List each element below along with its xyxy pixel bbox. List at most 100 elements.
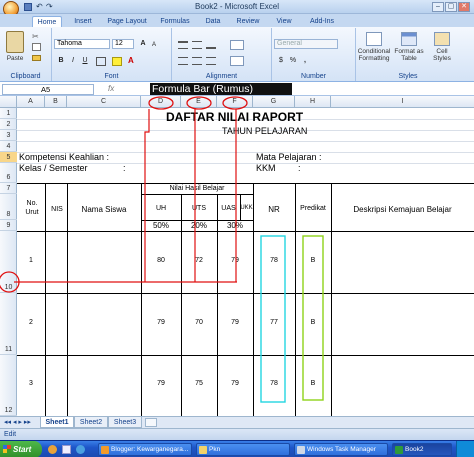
column-header-c[interactable]: C xyxy=(67,96,141,108)
conditional-formatting-icon[interactable] xyxy=(366,32,382,46)
row-header[interactable]: 7 xyxy=(0,183,17,194)
font-size-select[interactable]: 12 xyxy=(112,39,134,49)
bold-button[interactable]: B xyxy=(56,56,66,66)
save-icon[interactable] xyxy=(24,3,32,11)
tab-add-ins[interactable]: Add-Ins xyxy=(304,16,340,27)
quicklaunch-icon[interactable] xyxy=(62,445,71,454)
minimize-button[interactable]: – xyxy=(432,2,444,12)
status-mode: Edit xyxy=(4,431,17,438)
column-header-b[interactable]: B xyxy=(45,96,67,108)
student-nr: 77 xyxy=(270,319,278,326)
row-header[interactable]: 8 xyxy=(0,194,17,220)
taskbar-item[interactable]: Windows Task Manager xyxy=(294,443,388,456)
format-painter-icon[interactable] xyxy=(32,55,41,61)
row-header[interactable]: 4 xyxy=(0,141,17,152)
fx-icon[interactable]: fx xyxy=(108,84,114,93)
tab-insert[interactable]: Insert xyxy=(68,16,98,27)
currency-button[interactable]: $ xyxy=(276,56,286,66)
taskbar-item[interactable]: Blogger: Kewarganegara... xyxy=(98,443,192,456)
student-uts: 75 xyxy=(195,380,203,387)
tab-data[interactable]: Data xyxy=(200,16,226,27)
number-format-select[interactable]: General xyxy=(274,39,338,49)
align-middle-icon[interactable] xyxy=(192,41,202,49)
student-uas: 79 xyxy=(231,319,239,326)
merge-center-icon[interactable] xyxy=(230,56,244,66)
quicklaunch-icon[interactable] xyxy=(76,445,85,454)
clipboard-label: Clipboard xyxy=(10,73,41,80)
column-header-g[interactable]: G xyxy=(253,96,295,108)
row-header[interactable]: 12 xyxy=(0,355,17,416)
row-header[interactable]: 5 xyxy=(0,152,17,163)
row-header[interactable]: 1 xyxy=(0,108,17,119)
row-header[interactable]: 10 xyxy=(0,231,17,293)
sheet-tab-sheet3[interactable]: Sheet3 xyxy=(108,417,142,428)
insert-sheet-icon[interactable] xyxy=(145,418,157,427)
align-left-icon[interactable] xyxy=(178,57,188,65)
borders-icon[interactable] xyxy=(96,57,106,66)
tab-page-layout[interactable]: Page Layout xyxy=(104,16,150,27)
start-label: Start xyxy=(13,445,32,454)
worksheet[interactable]: A B C D E F G H I 1 2 3 4 5 6 7 8 9 10 1… xyxy=(0,96,474,416)
comma-button[interactable]: , xyxy=(300,56,310,66)
sheet-tab-sheet1[interactable]: Sheet1 xyxy=(40,417,74,428)
column-header-h[interactable]: H xyxy=(295,96,331,108)
font-name-select[interactable]: Tahoma xyxy=(54,39,110,49)
row-header[interactable]: 3 xyxy=(0,130,17,141)
align-top-icon[interactable] xyxy=(178,41,188,49)
no-urut-header: No. Urut xyxy=(25,200,39,216)
align-right-icon[interactable] xyxy=(206,57,216,65)
uas-header: UAS xyxy=(221,205,236,212)
uts-header: UTS xyxy=(192,205,206,212)
percent-button[interactable]: % xyxy=(288,56,298,66)
cell-styles-icon[interactable] xyxy=(434,32,450,46)
underline-button[interactable]: U xyxy=(80,56,90,66)
student-no: 3 xyxy=(29,380,33,387)
tab-review[interactable]: Review xyxy=(232,16,264,27)
table-border xyxy=(17,231,474,232)
column-header-e[interactable]: E xyxy=(181,96,217,108)
format-as-table-icon[interactable] xyxy=(401,32,417,46)
column-header-f[interactable]: F xyxy=(217,96,253,108)
close-button[interactable]: ✕ xyxy=(458,2,470,12)
wrap-text-icon[interactable] xyxy=(230,40,244,50)
grow-font-button[interactable]: A xyxy=(138,39,148,49)
start-button[interactable]: Start xyxy=(0,441,42,457)
excel-icon xyxy=(395,446,403,454)
name-box[interactable]: A5 xyxy=(2,84,94,95)
row-header[interactable]: 2 xyxy=(0,119,17,130)
italic-button[interactable]: I xyxy=(68,56,78,66)
restore-button[interactable]: ▢ xyxy=(445,2,457,12)
column-header-a[interactable]: A xyxy=(17,96,45,108)
sheet-tab-bar: ◂◂ ◂ ▸ ▸▸ Sheet1 Sheet2 Sheet3 xyxy=(0,416,474,428)
shrink-font-button[interactable]: A xyxy=(149,40,159,50)
kkm-colon: : xyxy=(298,163,301,173)
tab-home[interactable]: Home xyxy=(32,16,62,27)
column-header-d[interactable]: D xyxy=(141,96,181,108)
tab-formulas[interactable]: Formulas xyxy=(156,16,194,27)
paste-icon[interactable] xyxy=(6,31,24,53)
quicklaunch-icon[interactable] xyxy=(48,445,57,454)
select-all-corner[interactable] xyxy=(0,96,17,108)
sheet-tab-sheet2[interactable]: Sheet2 xyxy=(74,417,108,428)
font-color-icon[interactable]: A xyxy=(128,56,134,65)
student-uts: 70 xyxy=(195,319,203,326)
student-uas: 79 xyxy=(231,380,239,387)
align-center-icon[interactable] xyxy=(192,57,202,65)
undo-icon[interactable]: ↶ xyxy=(36,2,43,11)
row-number: 9 xyxy=(6,222,11,229)
taskbar-item[interactable]: Book2 xyxy=(392,443,452,456)
row-number: 12 xyxy=(4,407,13,414)
align-bottom-icon[interactable] xyxy=(206,41,216,49)
redo-icon[interactable]: ↷ xyxy=(46,2,53,11)
number-label: Number xyxy=(301,73,326,80)
cut-icon[interactable]: ✂ xyxy=(32,32,39,41)
column-header-i[interactable]: I xyxy=(331,96,474,108)
sheet-nav-arrows[interactable]: ◂◂ ◂ ▸ ▸▸ xyxy=(4,418,31,426)
row-header[interactable]: 11 xyxy=(0,293,17,355)
taskbar-item[interactable]: Pkn xyxy=(196,443,290,456)
fill-color-icon[interactable] xyxy=(112,57,122,66)
row-header[interactable]: 9 xyxy=(0,220,17,231)
row-header[interactable]: 6 xyxy=(0,163,17,183)
copy-icon[interactable] xyxy=(32,43,41,51)
tab-view[interactable]: View xyxy=(270,16,298,27)
